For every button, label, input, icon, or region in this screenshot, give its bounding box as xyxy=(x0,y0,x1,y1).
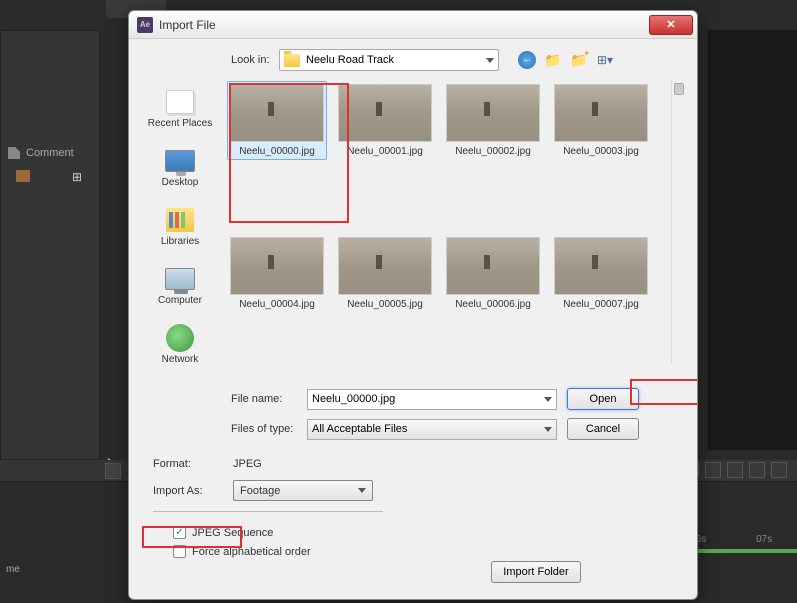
chevron-down-icon xyxy=(358,488,366,493)
import-folder-button[interactable]: Import Folder xyxy=(491,561,581,583)
filename-label: File name: xyxy=(231,393,297,405)
file-item[interactable]: Neelu_00002.jpg xyxy=(443,81,543,160)
comment-text: Comment xyxy=(26,147,74,159)
file-name-label: Neelu_00002.jpg xyxy=(455,146,531,157)
chevron-down-icon xyxy=(544,427,552,432)
filetype-label: Files of type: xyxy=(231,423,297,435)
tool-1[interactable] xyxy=(105,463,121,479)
filetype-value: All Acceptable Files xyxy=(312,423,407,435)
new-folder-button[interactable]: 📁 xyxy=(569,50,589,70)
file-item[interactable]: Neelu_00006.jpg xyxy=(443,234,543,313)
cancel-button[interactable]: Cancel xyxy=(567,418,639,440)
filename-input[interactable]: Neelu_00000.jpg xyxy=(307,389,557,410)
back-button[interactable]: ← xyxy=(517,50,537,70)
file-thumbnail xyxy=(554,84,648,142)
tool-r2[interactable] xyxy=(705,462,721,478)
jpeg-sequence-checkbox[interactable]: ✓ xyxy=(173,526,186,539)
scrollbar[interactable] xyxy=(671,81,687,363)
places-recent-label: Recent Places xyxy=(148,118,212,129)
tag-icon xyxy=(8,147,20,159)
importas-label: Import As: xyxy=(153,485,213,497)
places-desktop-label: Desktop xyxy=(162,177,199,188)
file-name-label: Neelu_00000.jpg xyxy=(239,146,315,157)
file-thumbnail xyxy=(338,237,432,295)
places-libraries[interactable]: Libraries xyxy=(144,199,216,254)
dialog-titlebar[interactable]: Ae Import File ✕ xyxy=(129,11,697,39)
file-item[interactable]: Neelu_00007.jpg xyxy=(551,234,651,313)
file-name-label: Neelu_00001.jpg xyxy=(347,146,423,157)
places-computer-label: Computer xyxy=(158,295,202,306)
file-thumbnail xyxy=(230,84,324,142)
chevron-down-icon xyxy=(544,397,552,402)
places-network-label: Network xyxy=(162,354,199,365)
file-item[interactable]: Neelu_00004.jpg xyxy=(227,234,327,313)
bg-right-tools xyxy=(683,462,787,478)
format-value: JPEG xyxy=(233,458,262,470)
places-libraries-label: Libraries xyxy=(161,236,199,247)
ae-app-icon: Ae xyxy=(137,17,153,33)
recent-icon xyxy=(166,90,194,114)
importas-dropdown[interactable]: Footage xyxy=(233,480,373,501)
tool-r5[interactable] xyxy=(771,462,787,478)
file-item[interactable]: Neelu_00001.jpg xyxy=(335,81,435,160)
file-name-label: Neelu_00007.jpg xyxy=(563,299,639,310)
desktop-icon xyxy=(165,150,195,172)
tool-r4[interactable] xyxy=(749,462,765,478)
filetype-dropdown[interactable]: All Acceptable Files xyxy=(307,419,557,440)
file-name-label: Neelu_00003.jpg xyxy=(563,146,639,157)
network-icon xyxy=(166,324,194,352)
bg-preview-panel xyxy=(707,30,797,450)
places-network[interactable]: Network xyxy=(144,317,216,372)
file-name-label: Neelu_00005.jpg xyxy=(347,299,423,310)
file-name-label: Neelu_00006.jpg xyxy=(455,299,531,310)
chevron-down-icon xyxy=(486,58,494,63)
file-thumbnail xyxy=(230,237,324,295)
file-thumbnail xyxy=(446,84,540,142)
divider xyxy=(153,511,383,512)
places-recent[interactable]: Recent Places xyxy=(144,81,216,136)
computer-icon xyxy=(165,268,195,290)
import-file-dialog: Ae Import File ✕ Look in: Neelu Road Tra… xyxy=(128,10,698,600)
up-folder-button[interactable]: 📁 xyxy=(543,50,563,70)
bg-project-item[interactable] xyxy=(16,170,30,182)
lookin-dropdown[interactable]: Neelu Road Track xyxy=(279,49,499,71)
bg-left-panel xyxy=(0,30,100,460)
importas-value: Footage xyxy=(240,485,280,497)
name-column-label: me xyxy=(6,564,20,575)
file-item[interactable]: Neelu_00003.jpg xyxy=(551,81,651,160)
places-desktop[interactable]: Desktop xyxy=(144,140,216,195)
view-menu-button[interactable]: ⊞▾ xyxy=(595,50,615,70)
places-computer[interactable]: Computer xyxy=(144,258,216,313)
libraries-icon xyxy=(166,208,194,232)
file-thumbnail xyxy=(338,84,432,142)
file-item[interactable]: Neelu_00005.jpg xyxy=(335,234,435,313)
file-thumbnail xyxy=(554,237,648,295)
hierarchy-icon[interactable] xyxy=(72,168,86,182)
format-label: Format: xyxy=(153,458,213,470)
scroll-thumb[interactable] xyxy=(674,83,684,95)
tool-r3[interactable] xyxy=(727,462,743,478)
close-button[interactable]: ✕ xyxy=(649,15,693,35)
force-alpha-label: Force alphabetical order xyxy=(192,546,311,558)
jpeg-sequence-label: JPEG Sequence xyxy=(192,527,273,539)
force-alpha-checkbox[interactable] xyxy=(173,545,186,558)
places-bar: Recent Places Desktop Libraries Computer… xyxy=(141,81,219,372)
lookin-label: Look in: xyxy=(231,54,271,66)
dialog-title: Import File xyxy=(159,18,649,32)
timeline-marks: 06s 07s xyxy=(690,534,772,545)
file-name-label: Neelu_00004.jpg xyxy=(239,299,315,310)
filename-value: Neelu_00000.jpg xyxy=(312,393,395,405)
lookin-value: Neelu Road Track xyxy=(306,54,480,66)
folder-icon xyxy=(284,54,300,67)
mark-07s: 07s xyxy=(756,534,772,545)
file-item[interactable]: Neelu_00000.jpg xyxy=(227,81,327,160)
bg-comment-label: Comment xyxy=(8,147,74,159)
file-list-area[interactable]: Neelu_00000.jpg Neelu_00001.jpg Neelu_0000… xyxy=(227,81,685,372)
file-thumbnail xyxy=(446,237,540,295)
open-button[interactable]: Open xyxy=(567,388,639,410)
